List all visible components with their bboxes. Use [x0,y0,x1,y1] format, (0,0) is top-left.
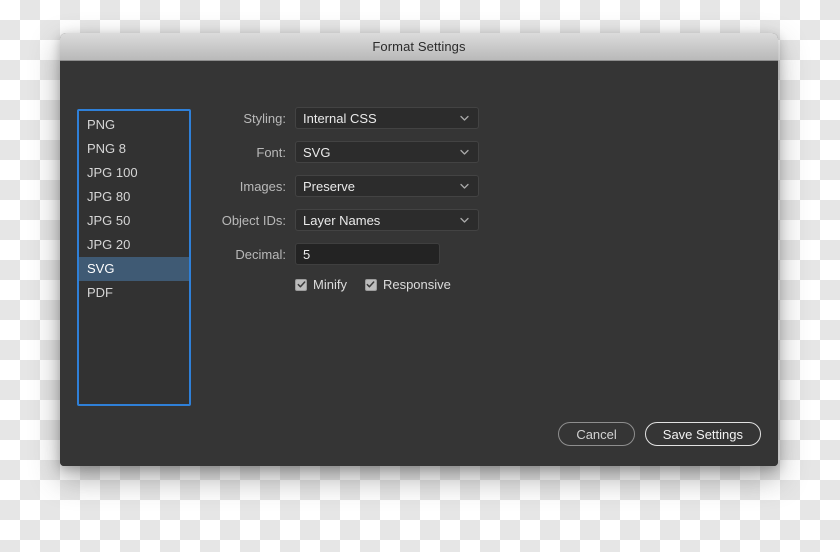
dialog-footer: Cancel Save Settings [548,422,761,446]
minify-checkbox[interactable]: Minify [295,277,347,292]
list-item-selected[interactable]: SVG [79,257,189,281]
responsive-checkbox[interactable]: Responsive [364,277,451,292]
object-ids-value: Layer Names [303,212,381,228]
styling-label: Styling: [243,110,286,126]
save-settings-button[interactable]: Save Settings [644,422,761,446]
object-ids-row: Object IDs: Layer Names [206,209,626,231]
chevron-down-icon [460,114,469,123]
chevron-down-icon [460,148,469,157]
format-preset-list[interactable]: PNG PNG 8 JPG 100 JPG 80 JPG 50 JPG 20 S… [77,109,191,406]
settings-form: Styling: Internal CSS Font: SVG Images: … [206,107,626,292]
images-label: Images: [239,178,286,194]
dialog-title: Format Settings [372,39,466,54]
styling-row: Styling: Internal CSS [206,107,626,129]
transparency-backdrop: Format Settings PNG PNG 8 JPG 100 JPG 80… [0,0,840,552]
decimal-value: 5 [303,246,311,262]
font-select[interactable]: SVG [295,141,479,163]
font-label: Font: [256,144,286,160]
list-item[interactable]: JPG 100 [79,161,189,185]
responsive-label: Responsive [382,277,451,292]
list-item[interactable]: JPG 80 [79,185,189,209]
format-settings-dialog: Format Settings PNG PNG 8 JPG 100 JPG 80… [60,33,778,466]
dialog-body: PNG PNG 8 JPG 100 JPG 80 JPG 50 JPG 20 S… [60,61,778,466]
list-item[interactable]: PNG [79,113,189,137]
images-value: Preserve [303,178,356,194]
chevron-down-icon [460,182,469,191]
chevron-down-icon [460,216,469,225]
styling-value: Internal CSS [303,110,377,126]
object-ids-select[interactable]: Layer Names [295,209,479,231]
list-item[interactable]: PNG 8 [79,137,189,161]
dialog-titlebar[interactable]: Format Settings [60,33,778,61]
list-item[interactable]: JPG 20 [79,233,189,257]
decimal-input[interactable]: 5 [295,243,440,265]
list-item[interactable]: JPG 50 [79,209,189,233]
checkbox-checked-icon [364,278,377,291]
list-item[interactable]: PDF [79,281,189,305]
images-select[interactable]: Preserve [295,175,479,197]
decimal-label: Decimal: [235,246,286,262]
cancel-button[interactable]: Cancel [558,422,635,446]
options-checkbox-row: Minify Responsive [295,277,626,292]
font-row: Font: SVG [206,141,626,163]
styling-select[interactable]: Internal CSS [295,107,479,129]
images-row: Images: Preserve [206,175,626,197]
font-value: SVG [303,144,331,160]
minify-label: Minify [313,277,347,292]
checkbox-checked-icon [295,278,307,291]
decimal-row: Decimal: 5 [206,243,626,265]
object-ids-label: Object IDs: [221,212,286,228]
